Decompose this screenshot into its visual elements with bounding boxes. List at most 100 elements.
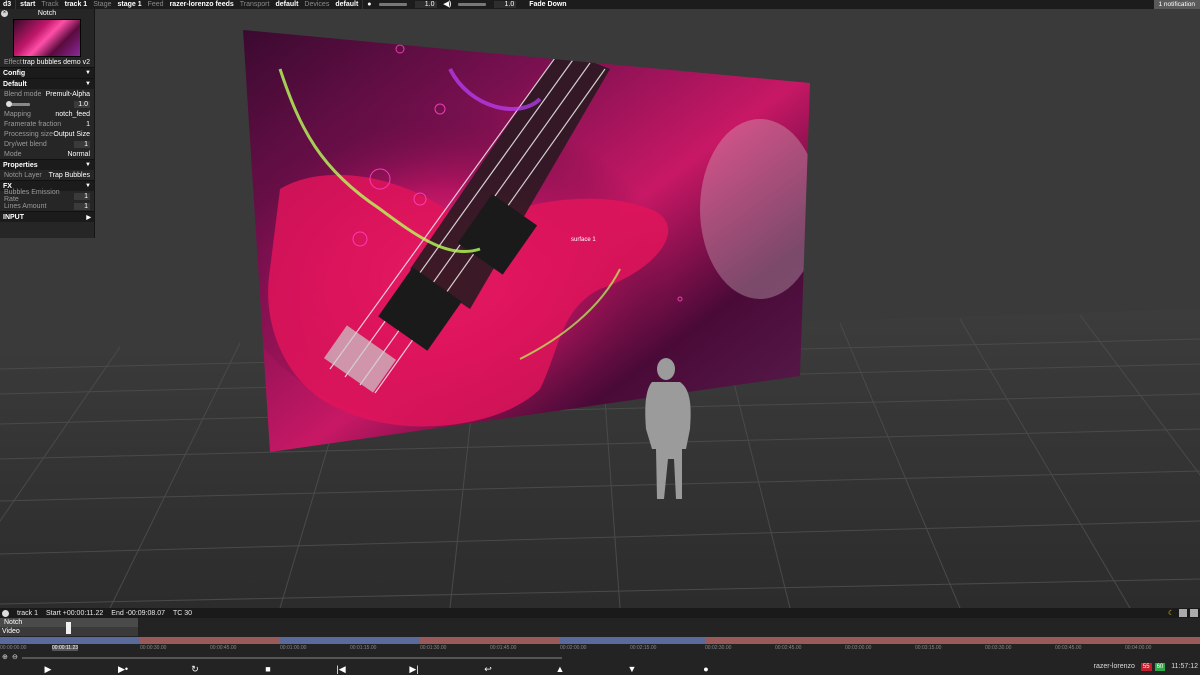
brightness-value[interactable]: 1.0: [74, 100, 90, 108]
mapping-label: Mapping: [4, 110, 31, 118]
time-ruler[interactable]: 00:00:00.00 00:00:11.23 00:00:30.00 00:0…: [0, 645, 1200, 652]
tick-label: 00:01:15.00: [350, 645, 377, 651]
framerate-value[interactable]: 1: [86, 121, 90, 128]
app-logo[interactable]: d3: [0, 0, 14, 9]
section-default-label: Default: [3, 80, 27, 88]
record-icon[interactable]: ●: [700, 664, 712, 674]
current-time: 00:00:11.23: [52, 645, 79, 651]
volume-icon: ◀): [443, 1, 452, 8]
drywet-value[interactable]: 1: [74, 140, 90, 148]
lines-value[interactable]: 1: [74, 202, 90, 210]
zoom-controls: ⊕ ⊖: [0, 654, 600, 661]
layer-name: Notch: [4, 619, 23, 626]
play-icon[interactable]: ▶: [42, 664, 54, 674]
devices-label: Devices: [304, 1, 330, 8]
next-section-icon[interactable]: ▶|: [406, 664, 422, 674]
moon-icon[interactable]: ☾: [1168, 609, 1176, 617]
status-badge-red: 55: [1140, 662, 1152, 671]
stage-selector[interactable]: stage 1: [114, 0, 144, 9]
previous-section-icon[interactable]: |◀: [333, 664, 349, 674]
stop-icon[interactable]: ■: [262, 664, 274, 674]
panel-header: × Notch: [0, 9, 94, 19]
blend-mode-value[interactable]: Premult-Alpha: [46, 91, 90, 98]
master-volume-slider[interactable]: [458, 3, 487, 6]
drywet-row: Dry/wet blend 1: [0, 139, 94, 149]
chevron-down-icon: ▼: [85, 81, 91, 87]
tick-label: 00:00:30.00: [140, 645, 167, 651]
tick-label: 00:00:45.00: [210, 645, 237, 651]
playhead[interactable]: [66, 622, 71, 634]
brightness-slider[interactable]: [6, 100, 30, 107]
collapse-icon[interactable]: [1190, 609, 1198, 617]
lines-label: Lines Amount: [4, 202, 47, 210]
zoom-out-icon[interactable]: ⊖: [12, 653, 18, 661]
transport-selector[interactable]: default: [272, 0, 301, 9]
section-config[interactable]: Config ▼: [0, 67, 94, 78]
notification-button[interactable]: 1 notification: [1153, 0, 1200, 9]
brightness-icon: ●: [367, 1, 372, 8]
effect-thumbnail[interactable]: [13, 19, 81, 57]
bubbles-row: Bubbles Emission Rate 1: [0, 189, 94, 203]
drywet-label: Dry/wet blend: [4, 140, 47, 148]
tick-label: 00:02:15.00: [630, 645, 657, 651]
surface-label[interactable]: surface 1: [571, 237, 596, 243]
master-volume-value[interactable]: 1.0: [494, 1, 517, 8]
framerate-row: Framerate fraction 1: [0, 119, 94, 129]
track-end: End -00:09:08.07: [111, 609, 166, 617]
loop-icon[interactable]: ↻: [189, 664, 201, 674]
close-icon[interactable]: ×: [1, 10, 8, 17]
tick-label: 00:03:00.00: [845, 645, 872, 651]
chevron-down-icon: ▼: [85, 70, 91, 76]
section-default[interactable]: Default ▼: [0, 78, 94, 89]
feed-label: Feed: [147, 1, 164, 8]
top-menu-bar: d3 start Track track 1 Stage stage 1 Fee…: [0, 0, 1200, 9]
feed-selector[interactable]: razer-lorenzo feeds: [167, 0, 237, 9]
section-input[interactable]: INPUT ▶: [0, 211, 94, 222]
framerate-label: Framerate fraction: [4, 120, 62, 128]
timeline-segment[interactable]: [420, 637, 560, 644]
devices-selector[interactable]: default: [332, 0, 361, 9]
zoom-in-icon[interactable]: ⊕: [2, 653, 8, 661]
stage-render: [0, 9, 1200, 608]
track-name[interactable]: track 1: [17, 610, 38, 617]
notch-layer-row: Notch Layer Trap Bubbles: [0, 170, 94, 180]
notch-layer-label: Notch Layer: [4, 171, 42, 179]
chevron-down-icon: ▼: [85, 162, 91, 168]
timeline-header: track 1 Start +00:00:11.22 End -00:09:08…: [0, 608, 1200, 618]
timeline-segment[interactable]: [705, 637, 1200, 644]
track-selector[interactable]: track 1: [62, 0, 91, 9]
track-label: Track: [41, 1, 59, 8]
zoom-scrollbar[interactable]: [22, 657, 562, 659]
timeline-segment[interactable]: [0, 637, 140, 644]
timeline-segment[interactable]: [560, 637, 705, 644]
slider-knob[interactable]: [6, 100, 12, 107]
mode-value[interactable]: Normal: [67, 151, 90, 158]
start-button[interactable]: start: [17, 0, 38, 9]
effect-value[interactable]: trap bubbles demo v2: [23, 59, 90, 66]
tick-label: 00:01:30.00: [420, 645, 447, 651]
return-icon[interactable]: ↩: [482, 664, 494, 674]
master-brightness-slider[interactable]: [378, 3, 407, 6]
mode-label: Mode: [4, 150, 22, 158]
track-menu-icon[interactable]: [2, 609, 9, 617]
timeline-bar[interactable]: [0, 637, 1200, 644]
bubbles-value[interactable]: 1: [74, 192, 90, 200]
timeline-segment[interactable]: [140, 637, 280, 644]
timeline-segment[interactable]: [280, 637, 420, 644]
master-brightness-value[interactable]: 1.0: [414, 1, 437, 8]
processing-value[interactable]: Output Size: [53, 131, 90, 138]
blend-mode-label: Blend mode: [4, 90, 42, 98]
mapping-value[interactable]: notch_feed: [55, 111, 90, 118]
mapping-row: Mapping notch_feed: [0, 109, 94, 119]
timecode-label: TC 30: [173, 609, 193, 617]
triangle-up-icon[interactable]: ▲: [554, 664, 566, 674]
section-properties[interactable]: Properties ▼: [0, 159, 94, 170]
triangle-down-icon[interactable]: ▼: [626, 664, 638, 674]
tick-label: 00:02:00.00: [560, 645, 587, 651]
notch-layer-value[interactable]: Trap Bubbles: [49, 172, 90, 179]
play-to-section-icon[interactable]: ▶•: [114, 664, 132, 674]
expand-icon[interactable]: [1179, 609, 1187, 617]
tick-label: 00:01:45.00: [490, 645, 517, 651]
3d-viewport[interactable]: [0, 9, 1200, 608]
fade-down-button[interactable]: Fade Down: [526, 0, 569, 9]
